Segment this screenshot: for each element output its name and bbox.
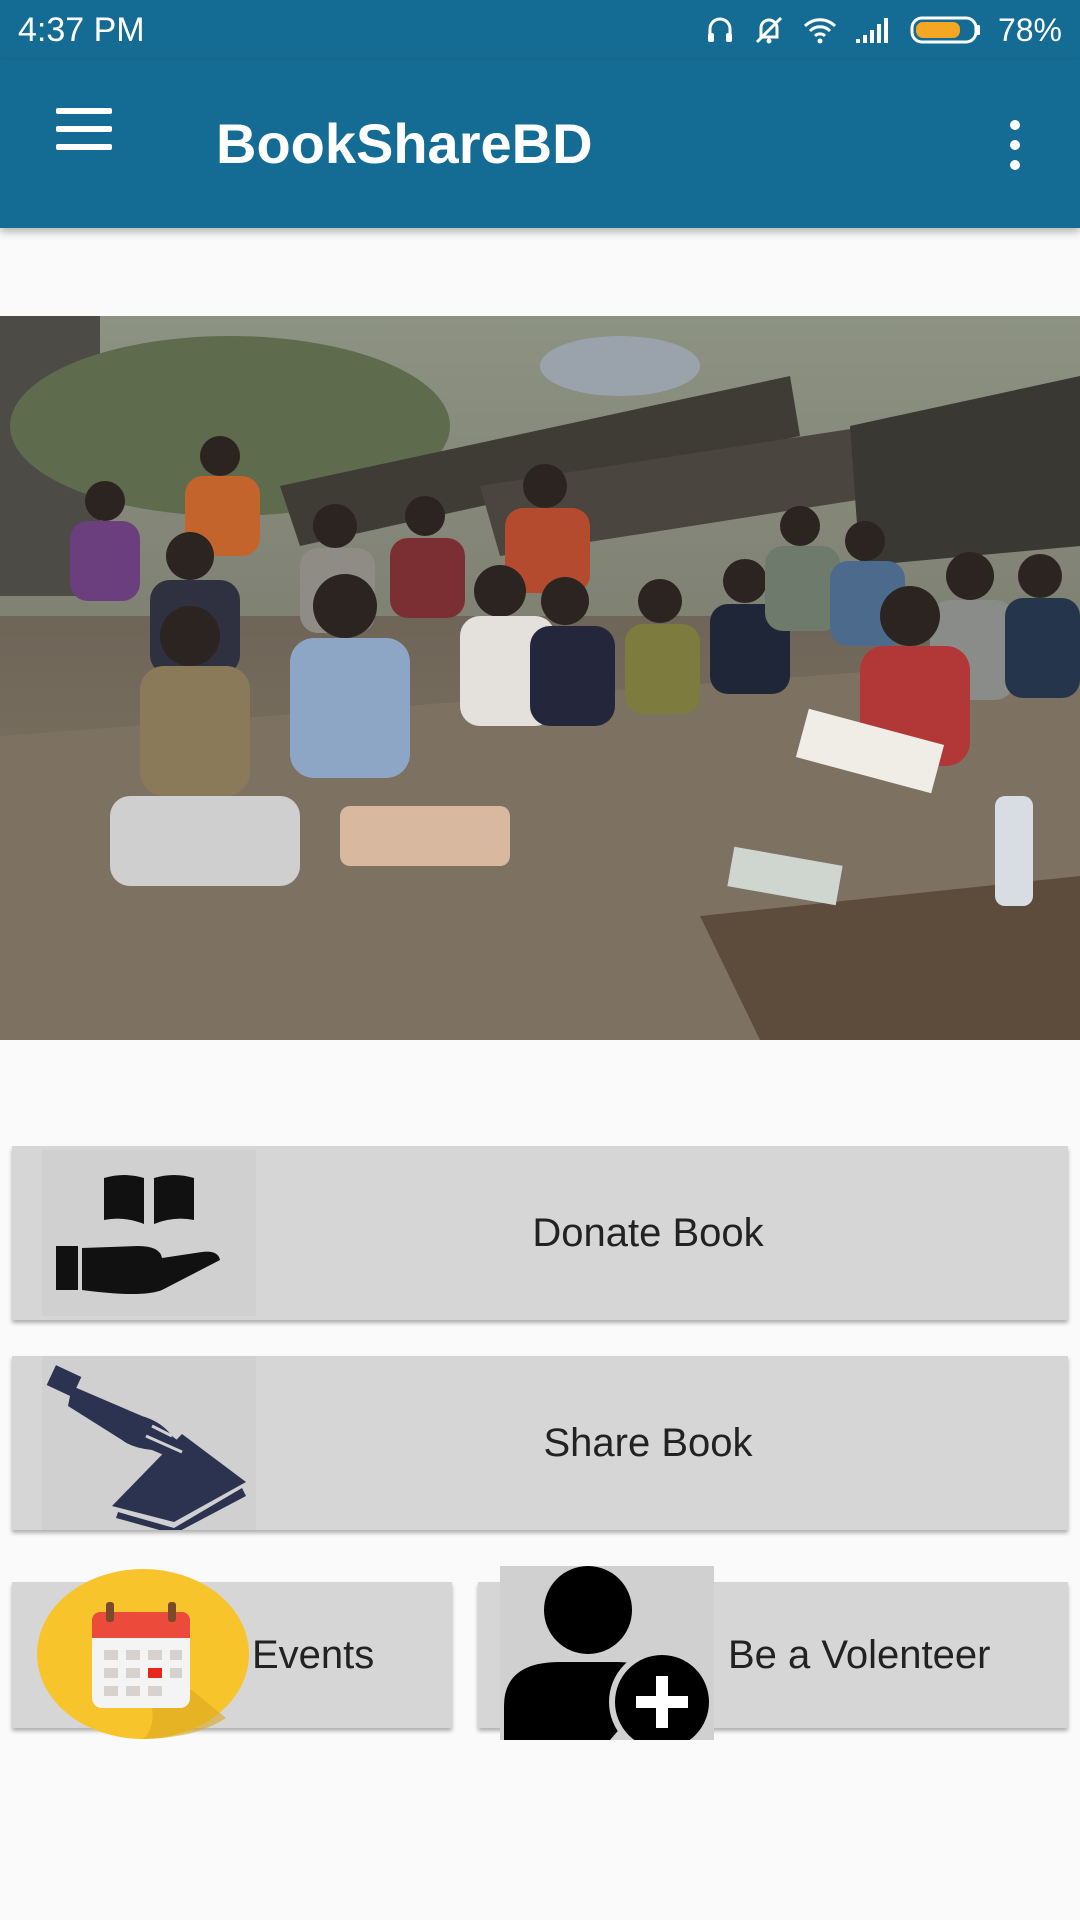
donate-book-icon — [42, 1150, 256, 1316]
events-label: Events — [252, 1633, 375, 1677]
volunteer-label: Be a Volenteer — [728, 1633, 991, 1677]
hero-image — [0, 316, 1080, 1040]
donate-book-button[interactable]: Donate Book — [12, 1146, 1068, 1320]
wifi-icon — [802, 14, 838, 46]
calendar-icon — [36, 1568, 250, 1740]
share-book-icon — [42, 1356, 256, 1534]
signal-icon — [854, 15, 894, 45]
share-book-button[interactable]: Share Book — [12, 1356, 1068, 1534]
battery-icon — [910, 15, 982, 45]
overflow-menu-icon[interactable] — [990, 116, 1038, 176]
status-icons: 78% — [704, 10, 1062, 50]
app-bar: BookShareBD — [0, 60, 1080, 228]
app-title: BookShareBD — [216, 112, 593, 175]
headset-icon — [704, 14, 736, 46]
share-book-label: Share Book — [543, 1421, 753, 1465]
hamburger-menu-icon[interactable] — [40, 104, 128, 180]
status-time: 4:37 PM — [18, 11, 145, 49]
status-bar: 4:37 PM 78% — [0, 0, 1080, 60]
muted-bell-icon — [752, 13, 786, 47]
battery-percent: 78% — [997, 12, 1062, 48]
add-user-icon — [500, 1566, 715, 1755]
donate-book-label: Donate Book — [532, 1211, 764, 1255]
